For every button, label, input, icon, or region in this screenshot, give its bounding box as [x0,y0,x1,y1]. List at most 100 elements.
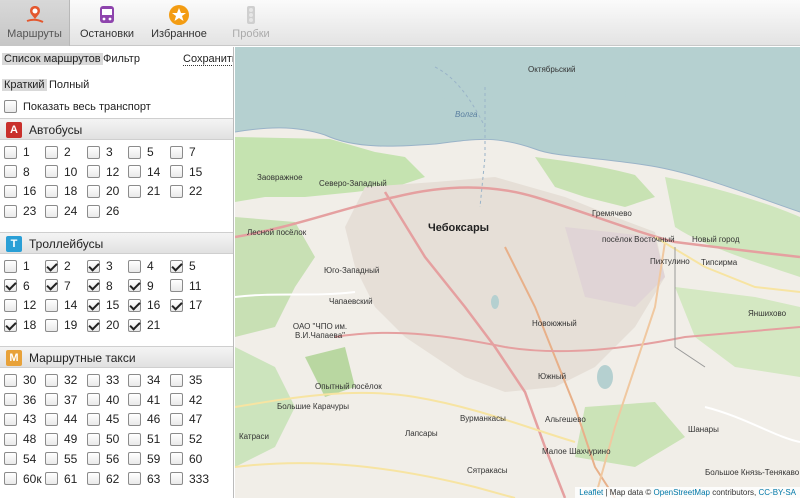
route-checkbox[interactable] [45,145,58,159]
route-option[interactable]: 15 [87,296,129,314]
route-checkbox[interactable] [45,259,58,273]
route-checkbox[interactable] [87,318,100,332]
route-option[interactable]: 14 [128,163,170,181]
route-option[interactable]: 54 [4,450,46,468]
route-option[interactable]: 12 [87,163,129,181]
route-checkbox[interactable] [170,373,183,387]
route-checkbox[interactable] [87,298,100,312]
tab-traffic[interactable]: Пробки [216,0,286,46]
route-checkbox[interactable] [128,318,141,332]
mode-full-button[interactable]: Полный [49,79,89,91]
route-checkbox[interactable] [4,259,17,273]
route-option[interactable]: 18 [4,316,46,334]
route-checkbox[interactable] [170,165,183,179]
route-checkbox[interactable] [45,298,58,312]
show-all-transport[interactable]: Показать весь транспорт [4,100,151,113]
license-link[interactable]: CC-BY-SA [759,488,797,497]
route-option[interactable]: 63 [128,470,170,488]
route-checkbox[interactable] [45,373,58,387]
route-checkbox[interactable] [4,472,17,485]
route-option[interactable]: 2 [45,143,87,161]
route-option[interactable]: 10 [45,163,87,181]
route-option[interactable]: 49 [45,430,87,448]
route-option[interactable]: 41 [128,391,170,409]
route-checkbox[interactable] [4,204,17,218]
route-option[interactable]: 21 [128,316,170,334]
route-option[interactable]: 333 [170,470,212,488]
route-option[interactable]: 32 [45,371,87,389]
route-option[interactable]: 61 [45,470,87,488]
route-option[interactable]: 59 [128,450,170,468]
tab-favorites[interactable]: Избранное [146,0,212,46]
route-option[interactable]: 62 [87,470,129,488]
route-checkbox[interactable] [45,318,58,332]
route-checkbox[interactable] [170,259,183,273]
route-option[interactable]: 36 [4,391,46,409]
route-checkbox[interactable] [45,432,58,446]
show-all-checkbox[interactable] [4,100,17,113]
mode-short-button[interactable]: Краткий [2,79,47,91]
route-option[interactable]: 9 [128,277,170,295]
route-option[interactable]: 55 [45,450,87,468]
route-option[interactable]: 4 [128,257,170,275]
route-option[interactable]: 11 [170,277,212,295]
section-header-2[interactable]: М Маршрутные такси [0,346,233,368]
route-option[interactable]: 20 [87,182,129,200]
route-option[interactable]: 48 [4,430,46,448]
route-checkbox[interactable] [128,298,141,312]
route-option[interactable]: 60 [170,450,212,468]
route-checkbox[interactable] [170,298,183,312]
route-checkbox[interactable] [170,452,183,466]
route-option[interactable]: 19 [45,316,87,334]
route-option[interactable]: 21 [128,182,170,200]
route-option[interactable]: 7 [45,277,87,295]
route-checkbox[interactable] [128,432,141,446]
route-option[interactable]: 43 [4,410,46,428]
route-checkbox[interactable] [45,204,58,218]
route-checkbox[interactable] [45,165,58,179]
route-checkbox[interactable] [87,393,100,407]
route-checkbox[interactable] [4,432,17,446]
route-checkbox[interactable] [87,165,100,179]
route-checkbox[interactable] [4,184,17,198]
route-option[interactable]: 52 [170,430,212,448]
route-checkbox[interactable] [128,373,141,387]
route-option[interactable]: 56 [87,450,129,468]
section-header-0[interactable]: А Автобусы [0,118,233,140]
route-option[interactable]: 40 [87,391,129,409]
save-button[interactable]: Сохранить [183,53,233,66]
route-option[interactable]: 8 [4,163,46,181]
route-checkbox[interactable] [170,412,183,426]
route-checkbox[interactable] [45,452,58,466]
route-checkbox[interactable] [87,472,100,485]
route-checkbox[interactable] [128,145,141,159]
route-checkbox[interactable] [4,298,17,312]
route-option[interactable]: 8 [87,277,129,295]
route-option[interactable]: 33 [87,371,129,389]
route-option[interactable]: 60к [4,470,46,488]
city-map[interactable]: Октябрьский Волга Заовражное Северо-Западны… [235,47,800,498]
route-option[interactable]: 20 [87,316,129,334]
route-checkbox[interactable] [4,165,17,179]
route-option[interactable]: 6 [4,277,46,295]
route-option[interactable]: 18 [45,182,87,200]
route-option[interactable]: 45 [87,410,129,428]
route-option[interactable]: 14 [45,296,87,314]
leaflet-link[interactable]: Leaflet [579,488,603,497]
route-option[interactable]: 5 [128,143,170,161]
route-checkbox[interactable] [87,432,100,446]
route-option[interactable]: 7 [170,143,212,161]
route-option[interactable]: 16 [128,296,170,314]
route-checkbox[interactable] [128,279,141,293]
route-option[interactable]: 34 [128,371,170,389]
route-checkbox[interactable] [4,452,17,466]
route-checkbox[interactable] [170,472,183,485]
route-option[interactable]: 3 [87,257,129,275]
route-option[interactable]: 5 [170,257,212,275]
route-option[interactable]: 3 [87,143,129,161]
route-option[interactable]: 47 [170,410,212,428]
osm-link[interactable]: OpenStreetMap [654,488,710,497]
route-checkbox[interactable] [128,393,141,407]
route-checkbox[interactable] [87,184,100,198]
route-checkbox[interactable] [128,184,141,198]
